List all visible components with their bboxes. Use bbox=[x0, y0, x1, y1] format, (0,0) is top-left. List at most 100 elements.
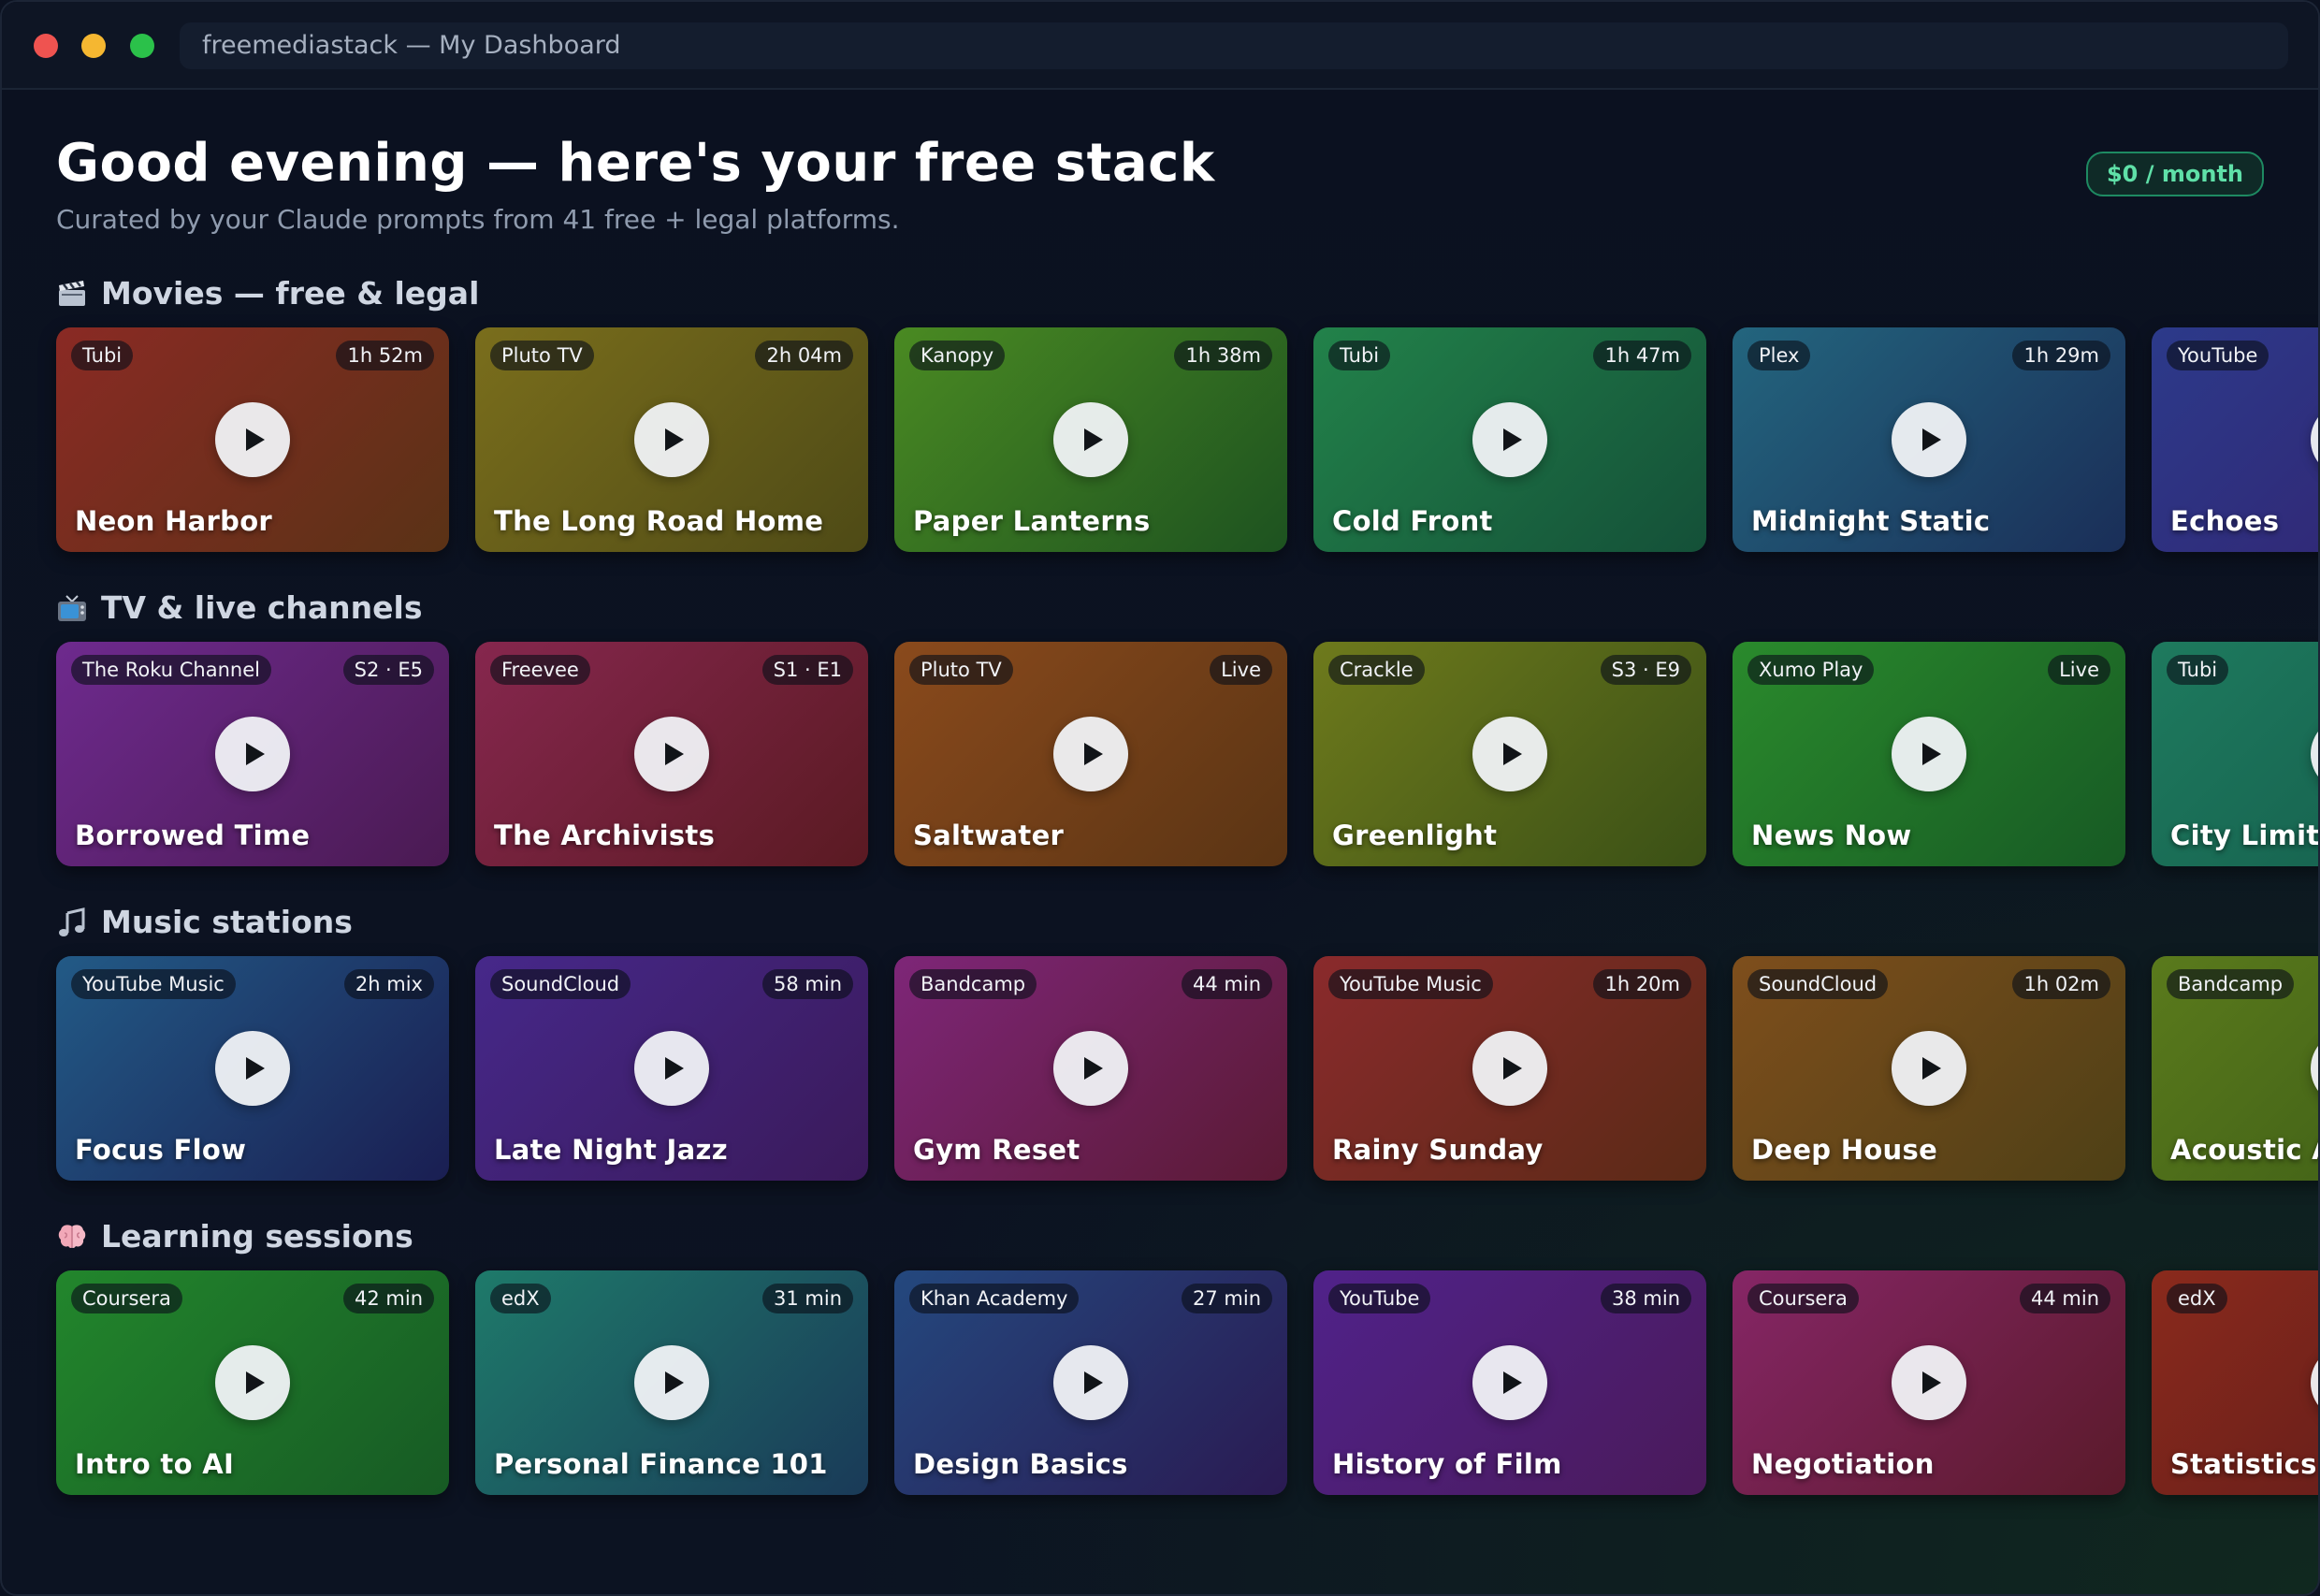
platform-badge: Tubi bbox=[71, 341, 134, 370]
play-button[interactable] bbox=[1053, 1031, 1128, 1106]
media-card-design-basics[interactable]: Khan Academy 27 min Design Basics bbox=[894, 1270, 1287, 1495]
play-icon bbox=[665, 428, 684, 451]
platform-badge: Plex bbox=[1747, 341, 1811, 370]
media-card-paper-lanterns[interactable]: Kanopy 1h 38m Paper Lanterns bbox=[894, 327, 1287, 552]
media-card-focus-flow[interactable]: YouTube Music 2h mix Focus Flow bbox=[56, 956, 449, 1181]
media-card-the-long-road-home[interactable]: Pluto TV 2h 04m The Long Road Home bbox=[475, 327, 868, 552]
media-card-city-limits[interactable]: Tubi City Limits bbox=[2152, 642, 2318, 866]
play-button[interactable] bbox=[1053, 1345, 1128, 1420]
play-button[interactable] bbox=[2311, 1031, 2318, 1106]
duration-badge: 44 min bbox=[1182, 969, 1272, 999]
duration-badge: 1h 47m bbox=[1593, 341, 1691, 370]
play-button[interactable] bbox=[634, 717, 709, 791]
close-window-button[interactable] bbox=[34, 34, 58, 58]
play-button[interactable] bbox=[2311, 1345, 2318, 1420]
media-card-gym-reset[interactable]: Bandcamp 44 min Gym Reset bbox=[894, 956, 1287, 1181]
duration-badge: 1h 38m bbox=[1174, 341, 1272, 370]
duration-badge: Live bbox=[2048, 655, 2110, 685]
card-title: Borrowed Time bbox=[75, 820, 311, 851]
play-icon bbox=[1084, 1371, 1103, 1394]
media-card-statistics[interactable]: edX Statistics bbox=[2152, 1270, 2318, 1495]
media-card-deep-house[interactable]: SoundCloud 1h 02m Deep House bbox=[1733, 956, 2125, 1181]
section-title: Learning sessions bbox=[56, 1216, 413, 1257]
platform-badge: edX bbox=[490, 1284, 551, 1313]
card-title: Personal Finance 101 bbox=[494, 1448, 828, 1480]
duration-badge: 2h 04m bbox=[755, 341, 853, 370]
duration-badge: 31 min bbox=[762, 1284, 853, 1313]
platform-badge: Pluto TV bbox=[909, 655, 1013, 685]
play-icon bbox=[1084, 743, 1103, 765]
media-card-late-night-jazz[interactable]: SoundCloud 58 min Late Night Jazz bbox=[475, 956, 868, 1181]
media-card-neon-harbor[interactable]: Tubi 1h 52m Neon Harbor bbox=[56, 327, 449, 552]
minimize-window-button[interactable] bbox=[81, 34, 106, 58]
play-icon bbox=[1084, 428, 1103, 451]
play-icon bbox=[1503, 743, 1522, 765]
media-card-rainy-sunday[interactable]: YouTube Music 1h 20m Rainy Sunday bbox=[1313, 956, 1706, 1181]
media-card-intro-to-ai[interactable]: Coursera 42 min Intro to AI bbox=[56, 1270, 449, 1495]
section-title-text: Learning sessions bbox=[101, 1218, 413, 1255]
card-title: Rainy Sunday bbox=[1332, 1134, 1544, 1166]
media-card-news-now[interactable]: Xumo Play Live News Now bbox=[1733, 642, 2125, 866]
page-subtitle: Curated by your Claude prompts from 41 f… bbox=[56, 204, 900, 235]
dashboard-content: Good evening — here's your free stack Cu… bbox=[56, 88, 2318, 1594]
platform-badge: edX bbox=[2167, 1284, 2227, 1313]
play-button[interactable] bbox=[1472, 402, 1547, 477]
media-card-echoes[interactable]: YouTube Echoes bbox=[2152, 327, 2318, 552]
media-card-negotiation[interactable]: Coursera 44 min Negotiation bbox=[1733, 1270, 2125, 1495]
media-card-greenlight[interactable]: Crackle S3 · E9 Greenlight bbox=[1313, 642, 1706, 866]
card-title: The Archivists bbox=[494, 820, 716, 851]
media-card-personal-finance-101[interactable]: edX 31 min Personal Finance 101 bbox=[475, 1270, 868, 1495]
media-card-cold-front[interactable]: Tubi 1h 47m Cold Front bbox=[1313, 327, 1706, 552]
section-title-text: TV & live channels bbox=[101, 589, 423, 626]
card-title: Deep House bbox=[1751, 1134, 1938, 1166]
maximize-window-button[interactable] bbox=[130, 34, 154, 58]
play-button[interactable] bbox=[634, 1031, 709, 1106]
section-tv: TV & live channels The Roku Channel S2 · … bbox=[56, 588, 2318, 887]
play-button[interactable] bbox=[1892, 717, 1966, 791]
section-title: Movies — free & legal bbox=[56, 273, 479, 314]
duration-badge: 44 min bbox=[2020, 1284, 2110, 1313]
media-card-the-archivists[interactable]: Freevee S1 · E1 The Archivists bbox=[475, 642, 868, 866]
play-button[interactable] bbox=[1472, 1345, 1547, 1420]
play-icon bbox=[1503, 428, 1522, 451]
media-card-history-of-film[interactable]: YouTube 38 min History of Film bbox=[1313, 1270, 1706, 1495]
play-button[interactable] bbox=[1892, 402, 1966, 477]
card-row: Coursera 42 min Intro to AI edX 31 min Person… bbox=[56, 1270, 2318, 1495]
duration-badge: 2h mix bbox=[343, 969, 434, 999]
duration-badge: 1h 20m bbox=[1593, 969, 1691, 999]
duration-badge: 38 min bbox=[1601, 1284, 1691, 1313]
play-button[interactable] bbox=[1472, 717, 1547, 791]
play-button[interactable] bbox=[1053, 717, 1128, 791]
media-card-borrowed-time[interactable]: The Roku Channel S2 · E5 Borrowed Time bbox=[56, 642, 449, 866]
address-bar[interactable]: freemediastack — My Dashboard bbox=[180, 22, 2288, 69]
play-button[interactable] bbox=[215, 717, 290, 791]
card-title: The Long Road Home bbox=[494, 505, 824, 537]
play-button[interactable] bbox=[1892, 1031, 1966, 1106]
play-button[interactable] bbox=[1472, 1031, 1547, 1106]
section-title-text: Music stations bbox=[101, 904, 353, 940]
play-button[interactable] bbox=[1892, 1345, 1966, 1420]
platform-badge: Khan Academy bbox=[909, 1284, 1080, 1313]
media-card-midnight-static[interactable]: Plex 1h 29m Midnight Static bbox=[1733, 327, 2125, 552]
play-button[interactable] bbox=[1053, 402, 1128, 477]
platform-badge: Pluto TV bbox=[490, 341, 594, 370]
section-title: TV & live channels bbox=[56, 588, 422, 629]
duration-badge: 1h 29m bbox=[2012, 341, 2110, 370]
duration-badge: 27 min bbox=[1182, 1284, 1272, 1313]
play-button[interactable] bbox=[215, 1345, 290, 1420]
platform-badge: Bandcamp bbox=[2167, 969, 2295, 999]
media-card-acoustic-al[interactable]: Bandcamp Acoustic Al bbox=[2152, 956, 2318, 1181]
platform-badge: The Roku Channel bbox=[71, 655, 271, 685]
play-icon bbox=[246, 743, 265, 765]
play-button[interactable] bbox=[634, 402, 709, 477]
play-button[interactable] bbox=[215, 402, 290, 477]
play-button[interactable] bbox=[2311, 402, 2318, 477]
play-icon bbox=[1922, 1371, 1941, 1394]
card-title: Statistics bbox=[2170, 1448, 2317, 1480]
play-button[interactable] bbox=[215, 1031, 290, 1106]
play-button[interactable] bbox=[634, 1345, 709, 1420]
card-title: News Now bbox=[1751, 820, 1912, 851]
media-card-saltwater[interactable]: Pluto TV Live Saltwater bbox=[894, 642, 1287, 866]
play-button[interactable] bbox=[2311, 717, 2318, 791]
tv-icon bbox=[56, 592, 88, 624]
